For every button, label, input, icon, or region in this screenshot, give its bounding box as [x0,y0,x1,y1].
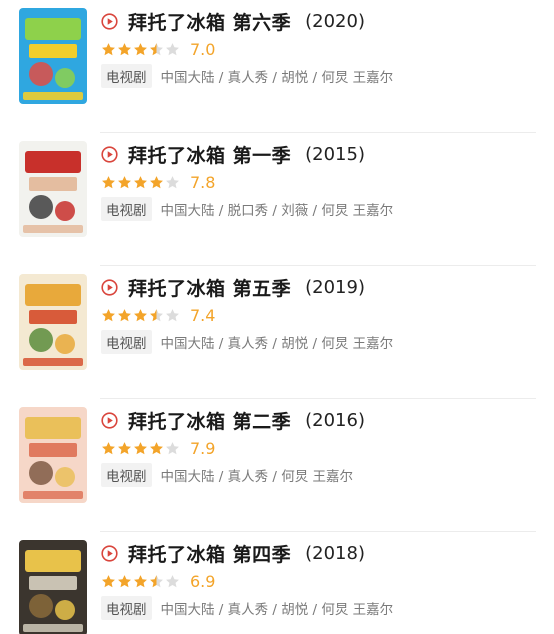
play-circle-icon [101,12,118,30]
poster-image[interactable] [19,540,87,634]
item-meta: 中国大陆 / 脱口秀 / 刘薇 / 何炅 王嘉尔 [160,203,394,219]
star-icon [134,175,147,188]
meta-row: 电视剧 中国大陆 / 真人秀 / 胡悦 / 何炅 王嘉尔 [101,330,394,354]
title-row: 拜托了冰箱 第四季 (2018) [101,540,365,566]
star-icon [166,175,179,188]
item-title[interactable]: 拜托了冰箱 第六季 [128,8,291,35]
star-rating [101,42,181,57]
rating-score: 6.9 [190,571,216,591]
star-rating [101,175,181,190]
item-title[interactable]: 拜托了冰箱 第五季 [128,274,291,301]
search-result-list: 拜托了冰箱 第六季 (2020) 7.0 电视剧 中国大陆 / 真人秀 / 胡悦… [0,0,554,634]
item-year: (2020) [305,10,365,32]
star-icon [150,441,163,454]
item-title[interactable]: 拜托了冰箱 第四季 [128,540,291,567]
play-circle-icon [101,411,118,429]
star-icon [134,441,147,454]
star-rating [101,574,181,589]
item-title[interactable]: 拜托了冰箱 第二季 [128,407,291,434]
rating-score: 7.8 [190,172,216,192]
list-item[interactable]: 拜托了冰箱 第四季 (2018) 6.9 电视剧 中国大陆 / 真人秀 / 胡悦… [0,532,554,634]
meta-row: 电视剧 中国大陆 / 真人秀 / 何炅 王嘉尔 [101,463,354,487]
play-circle-icon [101,544,118,562]
item-year: (2015) [305,143,365,165]
star-icon [102,175,115,188]
star-icon [150,574,163,587]
star-icon [118,308,131,321]
star-icon [118,175,131,188]
rating-row: 7.4 [101,305,215,325]
title-row: 拜托了冰箱 第二季 (2016) [101,407,365,433]
meta-row: 电视剧 中国大陆 / 脱口秀 / 刘薇 / 何炅 王嘉尔 [101,197,394,221]
star-icon [166,574,179,587]
rating-score: 7.9 [190,438,216,458]
rating-row: 7.8 [101,172,215,192]
title-row: 拜托了冰箱 第一季 (2015) [101,141,365,167]
type-badge: 电视剧 [101,463,152,487]
poster-image[interactable] [19,407,87,503]
item-title[interactable]: 拜托了冰箱 第一季 [128,141,291,168]
star-icon [150,42,163,55]
star-icon [134,308,147,321]
list-item[interactable]: 拜托了冰箱 第五季 (2019) 7.4 电视剧 中国大陆 / 真人秀 / 胡悦… [0,266,554,399]
star-icon [102,42,115,55]
meta-row: 电视剧 中国大陆 / 真人秀 / 胡悦 / 何炅 王嘉尔 [101,64,394,88]
rating-row: 7.9 [101,438,215,458]
star-icon [102,441,115,454]
play-circle-icon [101,278,118,296]
list-item[interactable]: 拜托了冰箱 第二季 (2016) 7.9 电视剧 中国大陆 / 真人秀 / 何炅… [0,399,554,532]
item-meta: 中国大陆 / 真人秀 / 胡悦 / 何炅 王嘉尔 [160,336,394,352]
type-badge: 电视剧 [101,330,152,354]
item-meta: 中国大陆 / 真人秀 / 胡悦 / 何炅 王嘉尔 [160,70,394,86]
type-badge: 电视剧 [101,596,152,620]
type-badge: 电视剧 [101,64,152,88]
list-item[interactable]: 拜托了冰箱 第六季 (2020) 7.0 电视剧 中国大陆 / 真人秀 / 胡悦… [0,0,554,133]
item-year: (2018) [305,542,365,564]
list-item[interactable]: 拜托了冰箱 第一季 (2015) 7.8 电视剧 中国大陆 / 脱口秀 / 刘薇… [0,133,554,266]
star-icon [102,308,115,321]
star-icon [150,308,163,321]
star-icon [118,574,131,587]
item-meta: 中国大陆 / 真人秀 / 何炅 王嘉尔 [160,469,354,485]
star-icon [134,42,147,55]
star-icon [166,441,179,454]
star-icon [150,175,163,188]
star-icon [134,574,147,587]
poster-image[interactable] [19,141,87,237]
star-icon [166,308,179,321]
meta-row: 电视剧 中国大陆 / 真人秀 / 胡悦 / 何炅 王嘉尔 [101,596,394,620]
item-meta: 中国大陆 / 真人秀 / 胡悦 / 何炅 王嘉尔 [160,602,394,618]
star-rating [101,308,181,323]
poster-image[interactable] [19,8,87,104]
rating-score: 7.4 [190,305,216,325]
star-rating [101,441,181,456]
item-year: (2016) [305,409,365,431]
item-year: (2019) [305,276,365,298]
rating-row: 6.9 [101,571,215,591]
star-icon [102,574,115,587]
title-row: 拜托了冰箱 第六季 (2020) [101,8,365,34]
poster-image[interactable] [19,274,87,370]
type-badge: 电视剧 [101,197,152,221]
rating-row: 7.0 [101,39,215,59]
star-icon [118,441,131,454]
star-icon [166,42,179,55]
rating-score: 7.0 [190,39,216,59]
title-row: 拜托了冰箱 第五季 (2019) [101,274,365,300]
play-circle-icon [101,145,118,163]
star-icon [118,42,131,55]
